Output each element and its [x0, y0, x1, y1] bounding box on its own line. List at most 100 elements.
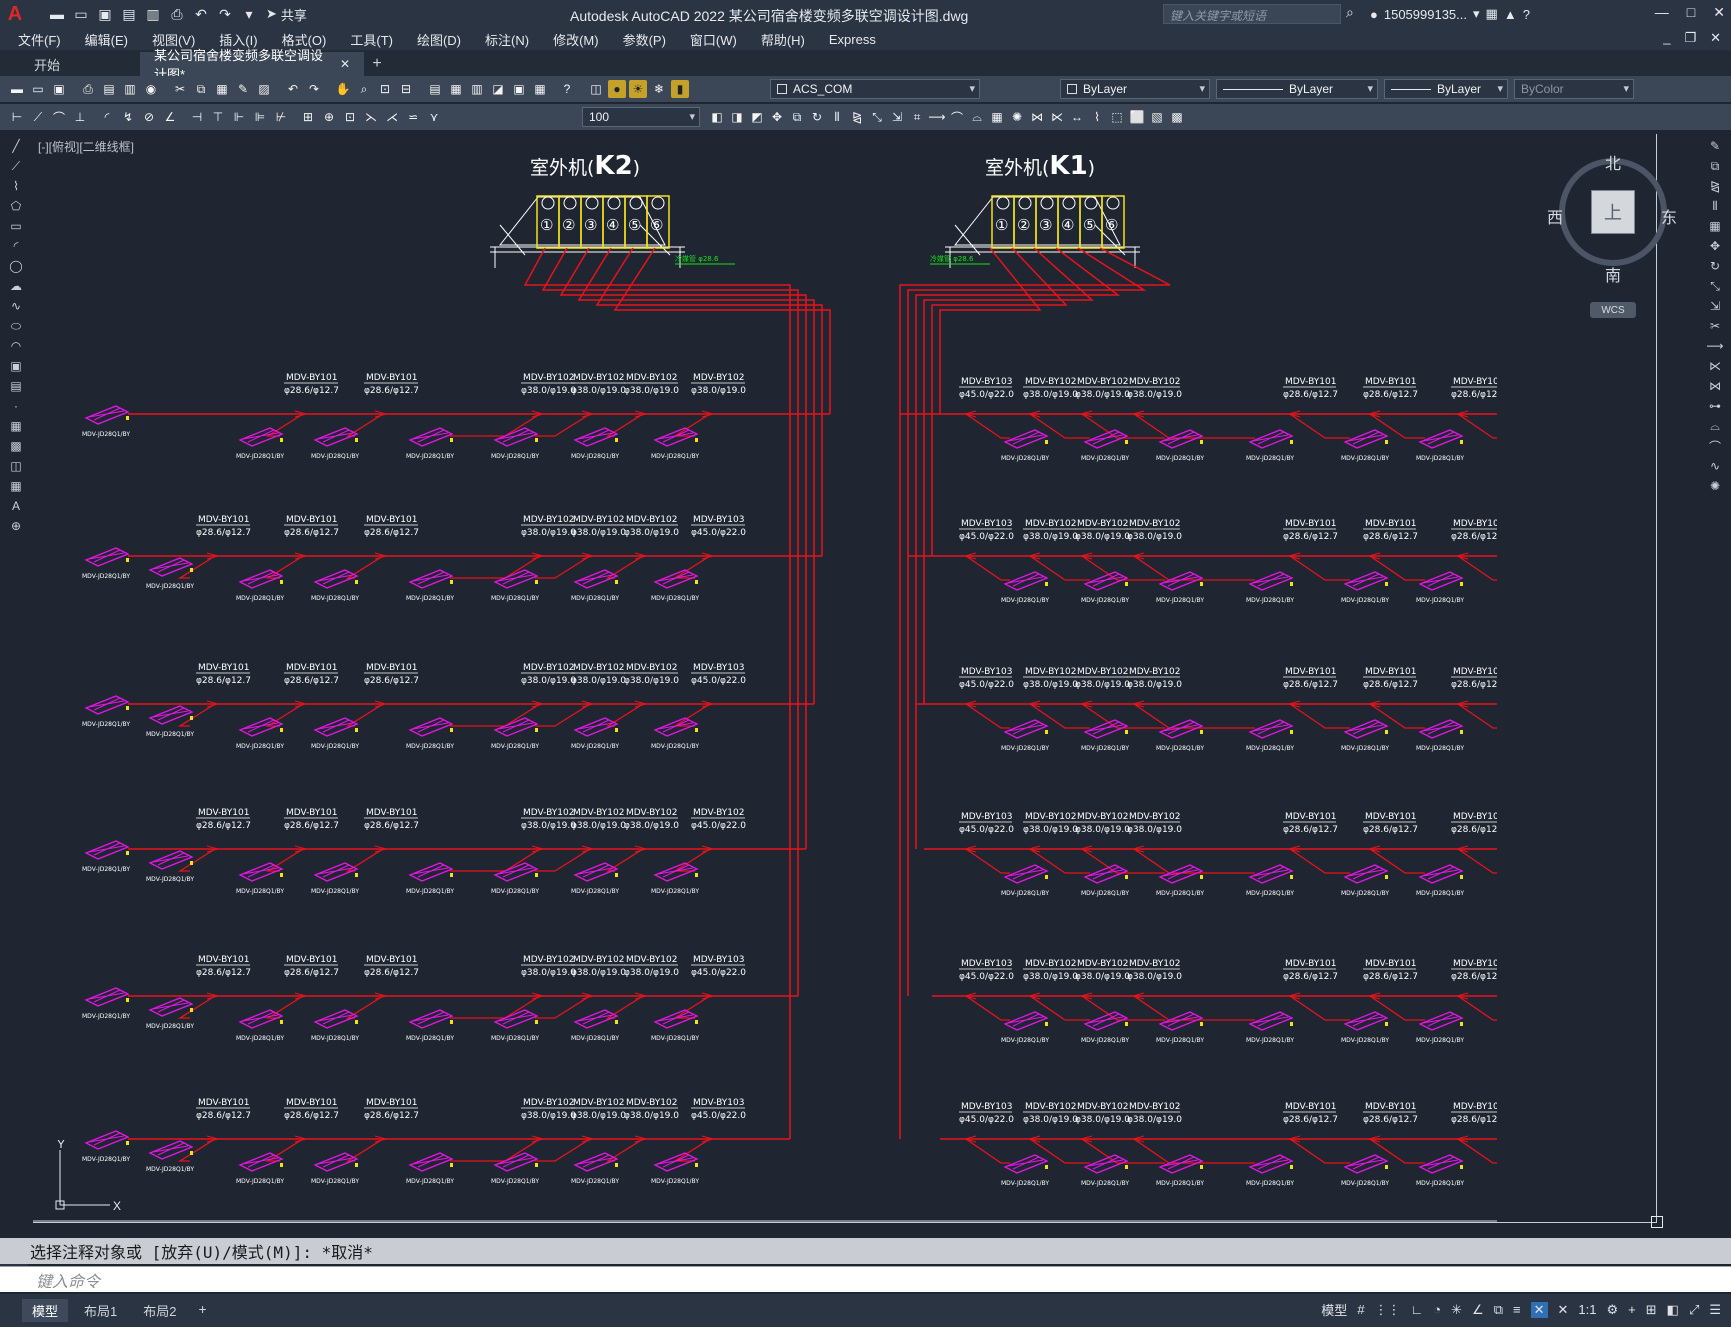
3dprint-icon[interactable]: ◉ — [142, 80, 160, 98]
lock-icon[interactable]: ▮ — [671, 80, 689, 98]
osnap-icon[interactable]: ✳ — [1451, 1302, 1462, 1318]
block-icon[interactable]: ▨ — [255, 80, 273, 98]
add-layout-button[interactable]: + — [192, 1299, 212, 1322]
layer-dropdown[interactable]: ACS_COM ▾ — [770, 79, 980, 99]
revcloud-icon[interactable]: ☁ — [8, 278, 24, 294]
doc-close-icon[interactable]: ✕ — [1710, 30, 1721, 46]
join-icon[interactable]: ⊶ — [1707, 398, 1723, 414]
units-icon[interactable]: ⊞ — [1646, 1302, 1657, 1318]
sun-icon[interactable]: ☀ — [629, 80, 647, 98]
annotation-scale[interactable]: 1:1 — [1578, 1302, 1596, 1317]
tool-palette-icon[interactable]: ▥ — [468, 80, 486, 98]
properties-icon[interactable]: ▤ — [426, 80, 444, 98]
ortho-icon[interactable]: ∟ — [1411, 1302, 1424, 1317]
sheet-set-icon[interactable]: ◪ — [489, 80, 507, 98]
linetype-dropdown[interactable]: ByLayer ▾ — [1216, 79, 1378, 99]
freeze-icon[interactable]: ❄ — [650, 80, 668, 98]
snap-icon[interactable]: ⋮⋮ — [1375, 1302, 1401, 1318]
array-icon[interactable]: ▦ — [988, 108, 1006, 126]
match-icon[interactable]: ✎ — [234, 80, 252, 98]
mirror-icon[interactable]: ⧎ — [1707, 178, 1723, 194]
continue-icon[interactable]: ⊩ — [230, 108, 248, 126]
menu-item-5[interactable]: 工具(T) — [350, 30, 393, 49]
autocad-logo-icon[interactable]: A — [0, 0, 30, 28]
add-icon[interactable]: + — [1628, 1302, 1636, 1317]
doc-restore-icon[interactable]: ❐ — [1684, 30, 1696, 46]
linear-dim-icon[interactable]: ⊢ — [8, 108, 26, 126]
angular-icon[interactable]: ∠ — [161, 108, 179, 126]
menu-item-7[interactable]: 标注(N) — [485, 30, 529, 49]
arc-length-icon[interactable]: ⌒ — [50, 108, 68, 126]
plotstyle-dropdown[interactable]: ByColor ▾ — [1514, 79, 1634, 99]
rotate-icon[interactable]: ↻ — [808, 108, 826, 126]
stretch-icon[interactable]: ⇲ — [1707, 298, 1723, 314]
layout-tab-0[interactable]: 模型 — [22, 1299, 69, 1322]
inspect-icon[interactable]: ⊡ — [341, 108, 359, 126]
wcs-menu[interactable]: WCS — [1590, 302, 1636, 318]
grip-handle[interactable] — [1651, 1216, 1663, 1228]
markup-icon[interactable]: ▣ — [510, 80, 528, 98]
edit-pline-icon[interactable]: ⌇ — [1088, 108, 1106, 126]
user-account[interactable]: ● 1505999135... ▾ ▦ ▲ ? — [1370, 6, 1530, 22]
aligned-dim-icon[interactable]: ⟋ — [29, 108, 47, 126]
grid-icon[interactable]: # — [1357, 1302, 1364, 1317]
selection-cycling-icon[interactable]: ⧉ — [1494, 1302, 1503, 1318]
break-icon[interactable]: ⋈ — [1707, 378, 1723, 394]
trim-icon[interactable]: ⌗ — [908, 108, 926, 126]
copy-icon[interactable]: ⧉ — [192, 80, 210, 98]
help-icon[interactable]: ? — [558, 80, 576, 98]
construction-line-icon[interactable]: ⟋ — [8, 158, 24, 174]
customize-dropdown-icon[interactable]: ▾ — [238, 3, 260, 25]
rotate-icon[interactable]: ↻ — [1707, 258, 1723, 274]
help-icon[interactable]: ? — [1523, 7, 1530, 22]
move-icon[interactable]: ✥ — [1707, 238, 1723, 254]
explode-icon[interactable]: ✺ — [1707, 478, 1723, 494]
plot-preview-icon[interactable]: ▥ — [142, 3, 164, 25]
spline-icon[interactable]: ∿ — [8, 298, 24, 314]
copy-obj-icon[interactable]: ⧉ — [788, 108, 806, 126]
viewcube-top-face[interactable]: 上 — [1591, 190, 1635, 234]
scale-icon[interactable]: ⤡ — [868, 108, 886, 126]
cart-icon[interactable]: ▦ — [1486, 6, 1498, 22]
layout-tab-1[interactable]: 布局1 — [74, 1299, 127, 1322]
save-as-icon[interactable]: ▤ — [118, 3, 140, 25]
layer-freeze-icon[interactable]: ◩ — [748, 108, 766, 126]
hatch-icon[interactable]: ▧ — [1148, 108, 1166, 126]
paste-icon[interactable]: ▦ — [213, 80, 231, 98]
dimension-scale-dropdown[interactable]: 100 ▾ — [582, 107, 700, 127]
menu-item-6[interactable]: 绘图(D) — [417, 30, 461, 49]
isolate-icon[interactable]: ◧ — [1667, 1302, 1679, 1318]
menu-item-11[interactable]: 帮助(H) — [761, 30, 805, 49]
viewport-controls[interactable]: [-][俯视][二维线框] — [38, 138, 134, 155]
color-dropdown[interactable]: ByLayer ▾ — [1060, 79, 1210, 99]
autodesk-app-icon[interactable]: ▲ — [1504, 7, 1517, 22]
command-input[interactable]: 键入命令 — [0, 1266, 1731, 1292]
annotation-visibility-icon[interactable]: ✕ — [1530, 1301, 1548, 1318]
polygon-icon[interactable]: ⬠ — [8, 198, 24, 214]
ordinate-icon[interactable]: ⊥ — [71, 108, 89, 126]
stretch-icon[interactable]: ⇲ — [888, 108, 906, 126]
ellipse-icon[interactable]: ⬭ — [8, 318, 24, 334]
compass-west[interactable]: 西 — [1547, 204, 1563, 228]
close-icon[interactable]: ✕ — [1713, 4, 1725, 21]
new-icon[interactable]: ▬ — [8, 80, 26, 98]
jogged-icon[interactable]: ↯ — [119, 108, 137, 126]
copy-icon[interactable]: ⧉ — [1707, 158, 1723, 174]
move-icon[interactable]: ✥ — [768, 108, 786, 126]
region-icon[interactable]: ◫ — [8, 458, 24, 474]
radius-icon[interactable]: ◜ — [98, 108, 116, 126]
doc-minimize-icon[interactable]: _ — [1663, 30, 1670, 46]
bulb-icon[interactable]: ● — [608, 80, 626, 98]
fillet-icon[interactable]: ⌒ — [1707, 438, 1723, 454]
arc-icon[interactable]: ◜ — [8, 238, 24, 254]
edit-text-icon[interactable]: ⋍ — [404, 108, 422, 126]
tab-drawing[interactable]: 某公司宿舍楼变频多联空调设计图* ✕ — [140, 48, 364, 82]
redo-icon[interactable]: ↷ — [214, 3, 236, 25]
new-file-icon[interactable]: ▬ — [46, 3, 68, 25]
mirror-icon[interactable]: ⧎ — [848, 108, 866, 126]
polyline-icon[interactable]: ⌇ — [8, 178, 24, 194]
zoom-previous-icon[interactable]: ⊟ — [397, 80, 415, 98]
mtext-icon[interactable]: A — [8, 498, 24, 514]
ungroup-icon[interactable]: ⬜ — [1128, 108, 1146, 126]
explode-icon[interactable]: ✺ — [1008, 108, 1026, 126]
